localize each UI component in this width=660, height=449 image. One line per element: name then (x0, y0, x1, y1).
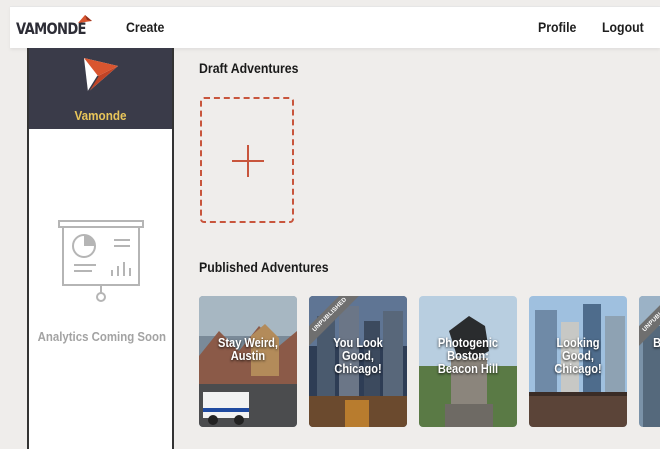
published-adventures-list: Stay Weird, Austin UNPUBLISHED You Look … (199, 296, 660, 427)
logout-link[interactable]: Logout (602, 19, 644, 35)
plus-icon (232, 145, 264, 177)
brand-name: Vamonde (74, 108, 127, 123)
logo-wordmark: VAMONDE (16, 18, 87, 38)
adventure-title: You Look Good, Chicago! (333, 335, 383, 376)
adventure-card-photogenic-boston[interactable]: Photogenic Boston: Beacon Hill (419, 296, 517, 427)
adventure-title: B (646, 336, 660, 349)
sidebar: Vamonde Analytics Coming Soon (27, 48, 174, 449)
adventure-title: Stay Weird, Austin (218, 335, 278, 363)
vamonde-logo[interactable]: VAMONDE (16, 15, 101, 40)
adventure-card-partial[interactable]: UNPUBLISHED B (639, 296, 660, 427)
adventure-card-you-look-good-chicago[interactable]: UNPUBLISHED You Look Good, Chicago! (309, 296, 407, 427)
paper-plane-logo-icon (78, 15, 92, 23)
brand-panel: Vamonde (29, 48, 172, 129)
top-navigation-bar: VAMONDE Create Profile Logout (10, 6, 660, 48)
create-link[interactable]: Create (126, 19, 164, 35)
published-adventures-heading: Published Adventures (199, 259, 329, 275)
paper-plane-icon (84, 58, 118, 93)
adventure-title: Looking Good, Chicago! (554, 335, 602, 376)
profile-link[interactable]: Profile (538, 19, 576, 35)
adventure-title: Photogenic Boston: Beacon Hill (437, 335, 499, 376)
add-adventure-button[interactable] (200, 97, 294, 223)
adventure-card-looking-good-chicago[interactable]: Looking Good, Chicago! (529, 296, 627, 427)
analytics-coming-soon-label: Analytics Coming Soon (37, 329, 166, 344)
analytics-presentation-icon (58, 220, 144, 302)
adventure-card-stay-weird-austin[interactable]: Stay Weird, Austin (199, 296, 297, 427)
draft-adventures-heading: Draft Adventures (199, 60, 299, 76)
